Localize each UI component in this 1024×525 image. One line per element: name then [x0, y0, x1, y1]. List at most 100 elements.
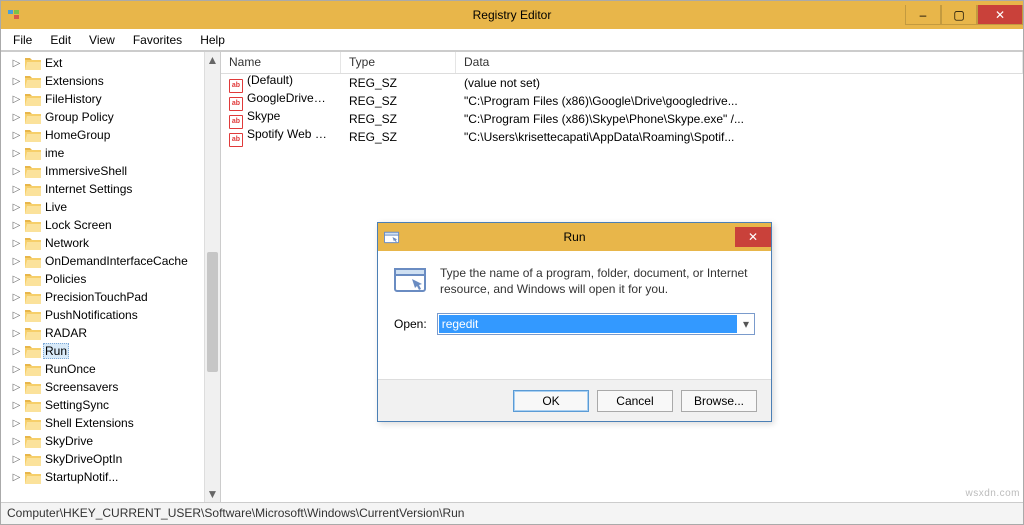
expand-icon[interactable]: ▷: [11, 400, 22, 411]
column-header-type[interactable]: Type: [341, 52, 456, 73]
folder-icon: [25, 416, 41, 430]
close-button[interactable]: ✕: [977, 5, 1023, 25]
scroll-up-icon[interactable]: ▲: [205, 52, 220, 68]
tree-item-label: Shell Extensions: [43, 415, 136, 431]
chevron-down-icon[interactable]: ▾: [738, 317, 754, 331]
value-data: "C:\Program Files (x86)\Google\Drive\goo…: [456, 93, 1023, 109]
run-dialog: Run ✕ Type the name of a program, folder…: [377, 222, 772, 422]
menu-favorites[interactable]: Favorites: [125, 31, 190, 49]
folder-icon: [25, 164, 41, 178]
expand-icon[interactable]: ▷: [11, 238, 22, 249]
run-titlebar[interactable]: Run ✕: [378, 223, 771, 251]
tree-item[interactable]: ▷Network: [5, 234, 204, 252]
folder-icon: [25, 254, 41, 268]
expand-icon[interactable]: ▷: [11, 346, 22, 357]
tree-item[interactable]: ▷SkyDriveOptIn: [5, 450, 204, 468]
expand-icon[interactable]: ▷: [11, 202, 22, 213]
column-header-data[interactable]: Data: [456, 52, 1023, 73]
open-input[interactable]: [439, 315, 737, 333]
menu-view[interactable]: View: [81, 31, 123, 49]
folder-icon: [25, 56, 41, 70]
window-controls: – ▢ ✕: [905, 5, 1023, 25]
tree-item-label: ImmersiveShell: [43, 163, 129, 179]
expand-icon[interactable]: ▷: [11, 328, 22, 339]
ok-button[interactable]: OK: [513, 390, 589, 412]
run-close-button[interactable]: ✕: [735, 227, 771, 247]
expand-icon[interactable]: ▷: [11, 94, 22, 105]
tree-item[interactable]: ▷ime: [5, 144, 204, 162]
expand-icon[interactable]: ▷: [11, 148, 22, 159]
value-row[interactable]: abSpotify Web Hel...REG_SZ"C:\Users\kris…: [221, 128, 1023, 146]
expand-icon[interactable]: ▷: [11, 256, 22, 267]
folder-icon: [25, 146, 41, 160]
expand-icon[interactable]: ▷: [11, 76, 22, 87]
tree-item[interactable]: ▷OnDemandInterfaceCache: [5, 252, 204, 270]
registry-tree[interactable]: ▷Ext▷Extensions▷FileHistory▷Group Policy…: [1, 52, 204, 502]
tree-item[interactable]: ▷PrecisionTouchPad: [5, 288, 204, 306]
cancel-button[interactable]: Cancel: [597, 390, 673, 412]
tree-item-label: Extensions: [43, 73, 106, 89]
value-row[interactable]: ab(Default)REG_SZ(value not set): [221, 74, 1023, 92]
value-type: REG_SZ: [341, 129, 456, 145]
tree-item[interactable]: ▷Lock Screen: [5, 216, 204, 234]
menu-file[interactable]: File: [5, 31, 40, 49]
tree-item[interactable]: ▷ PushNotifications: [5, 306, 204, 324]
expand-icon[interactable]: ▷: [11, 112, 22, 123]
expand-icon[interactable]: ▷: [11, 220, 22, 231]
column-header-name[interactable]: Name: [221, 52, 341, 73]
tree-item-label: Live: [43, 199, 69, 215]
value-type: REG_SZ: [341, 93, 456, 109]
folder-icon: [25, 362, 41, 376]
expand-icon[interactable]: ▷: [11, 436, 22, 447]
tree-item-label: FileHistory: [43, 91, 104, 107]
run-body: Type the name of a program, folder, docu…: [378, 251, 771, 379]
expand-icon[interactable]: ▷: [11, 310, 22, 321]
value-row[interactable]: abSkypeREG_SZ"C:\Program Files (x86)\Sky…: [221, 110, 1023, 128]
expand-icon[interactable]: ▷: [11, 184, 22, 195]
tree-item[interactable]: ▷RunOnce: [5, 360, 204, 378]
tree-item[interactable]: ▷ Screensavers: [5, 378, 204, 396]
tree-item[interactable]: ▷ Live: [5, 198, 204, 216]
tree-item[interactable]: ▷Group Policy: [5, 108, 204, 126]
tree-item-label: Screensavers: [43, 379, 120, 395]
expand-icon[interactable]: ▷: [11, 454, 22, 465]
run-description-row: Type the name of a program, folder, docu…: [394, 265, 755, 297]
window-title: Registry Editor: [1, 8, 1023, 22]
tree-item[interactable]: ▷ ImmersiveShell: [5, 162, 204, 180]
expand-icon[interactable]: ▷: [11, 274, 22, 285]
watermark: wsxdn.com: [965, 488, 1020, 499]
value-row[interactable]: abGoogleDriveSyncREG_SZ"C:\Program Files…: [221, 92, 1023, 110]
tree-item[interactable]: ▷Ext: [5, 54, 204, 72]
browse-button[interactable]: Browse...: [681, 390, 757, 412]
tree-item[interactable]: ▷Policies: [5, 270, 204, 288]
expand-icon[interactable]: ▷: [11, 472, 22, 483]
maximize-button[interactable]: ▢: [941, 5, 977, 25]
tree-item[interactable]: ▷ FileHistory: [5, 90, 204, 108]
expand-icon[interactable]: ▷: [11, 364, 22, 375]
tree-item[interactable]: ▷RADAR: [5, 324, 204, 342]
tree-scrollbar[interactable]: ▲ ▼: [204, 52, 220, 502]
titlebar[interactable]: Registry Editor – ▢ ✕: [1, 1, 1023, 29]
menu-help[interactable]: Help: [192, 31, 233, 49]
tree-item[interactable]: ▷ Shell Extensions: [5, 414, 204, 432]
folder-icon: [25, 344, 41, 358]
scroll-down-icon[interactable]: ▼: [205, 486, 220, 502]
expand-icon[interactable]: ▷: [11, 58, 22, 69]
tree-item[interactable]: ▷ Extensions: [5, 72, 204, 90]
tree-item[interactable]: ▷HomeGroup: [5, 126, 204, 144]
tree-item-label: PushNotifications: [43, 307, 140, 323]
scrollbar-thumb[interactable]: [207, 252, 218, 372]
menu-edit[interactable]: Edit: [42, 31, 79, 49]
tree-item[interactable]: ▷SettingSync: [5, 396, 204, 414]
tree-item[interactable]: ▷SkyDrive: [5, 432, 204, 450]
open-combobox[interactable]: ▾: [437, 313, 755, 335]
expand-icon[interactable]: ▷: [11, 166, 22, 177]
expand-icon[interactable]: ▷: [11, 418, 22, 429]
tree-item[interactable]: ▷Run: [5, 342, 204, 360]
expand-icon[interactable]: ▷: [11, 382, 22, 393]
minimize-button[interactable]: –: [905, 5, 941, 25]
expand-icon[interactable]: ▷: [11, 292, 22, 303]
tree-item[interactable]: ▷StartupNotif...: [5, 468, 204, 486]
tree-item[interactable]: ▷Internet Settings: [5, 180, 204, 198]
expand-icon[interactable]: ▷: [11, 130, 22, 141]
